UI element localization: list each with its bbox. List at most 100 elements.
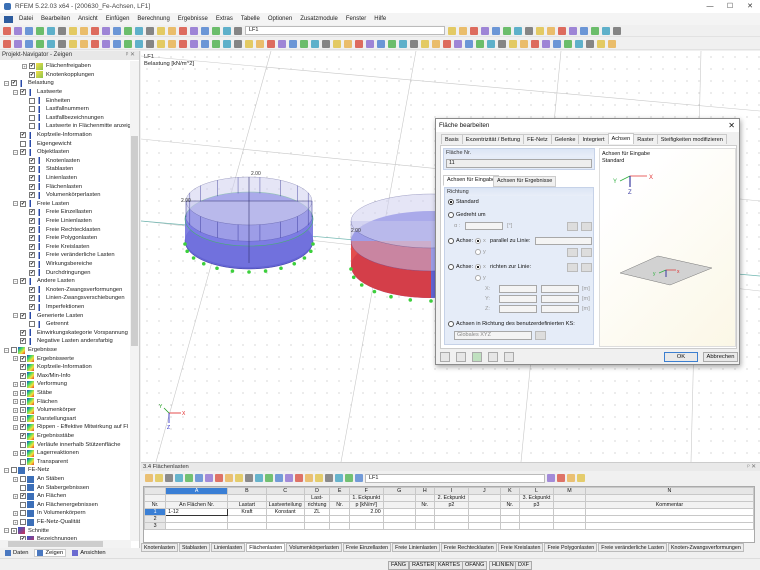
toolbar-button-icon[interactable]: [25, 39, 33, 48]
table-cell[interactable]: [433, 515, 469, 523]
table-toolbar-icon[interactable]: [325, 474, 333, 482]
table-cell[interactable]: [303, 515, 331, 523]
toolbar-button-icon[interactable]: [388, 39, 396, 48]
toolbar-button-icon[interactable]: [113, 26, 121, 35]
tree-item[interactable]: Lastfallbezeichnungen: [22, 114, 104, 123]
tree-item[interactable]: − Ergebnisse: [4, 346, 57, 355]
tree-item[interactable]: Linienlasten: [22, 174, 77, 183]
tree-item[interactable]: − Freie Lasten: [13, 200, 69, 209]
menu-item-optionen[interactable]: Optionen: [268, 16, 292, 22]
checkbox[interactable]: [29, 218, 35, 225]
tree-item[interactable]: + Stäbe: [13, 389, 52, 398]
table-toolbar-icon[interactable]: [235, 474, 243, 482]
checkbox[interactable]: [29, 192, 35, 199]
status-toggle-kartes[interactable]: KARTES: [435, 561, 463, 570]
checkbox[interactable]: [29, 166, 35, 173]
table-cell[interactable]: [467, 515, 501, 523]
checkbox[interactable]: [20, 450, 26, 457]
table-cell[interactable]: [303, 522, 331, 530]
tree-item[interactable]: + Darstellungsart: [13, 415, 76, 424]
table-tab[interactable]: Knotenlasten: [141, 543, 178, 552]
tree-item[interactable]: Freie Polygonlasten: [22, 234, 97, 243]
checkbox[interactable]: [20, 278, 26, 285]
toolbar-button-icon[interactable]: [135, 39, 143, 48]
table-tab[interactable]: Freie Kreislasten: [497, 543, 544, 552]
tree-item[interactable]: − Schnitte: [4, 526, 49, 535]
table-cell[interactable]: [519, 508, 554, 516]
table-cell[interactable]: [499, 515, 521, 523]
checkbox[interactable]: [20, 476, 26, 483]
user-cs-select[interactable]: Globales XYZ: [454, 331, 532, 340]
toolbar-button-icon[interactable]: [47, 26, 55, 35]
table-tab[interactable]: Freie Linienlasten: [392, 543, 440, 552]
toolbar-button-icon[interactable]: [36, 39, 44, 48]
column-letter[interactable]: D: [303, 487, 331, 495]
checkbox[interactable]: [20, 338, 26, 345]
tree-item[interactable]: + An Stäben: [13, 475, 64, 484]
checkbox[interactable]: [20, 355, 26, 362]
checkbox[interactable]: [20, 407, 26, 414]
subtab-result-axes[interactable]: Achsen für Ergebnisse: [493, 176, 557, 187]
dialog-tab-7[interactable]: Steifigkeiten modifizieren: [656, 134, 727, 144]
checkbox[interactable]: [20, 519, 26, 526]
expand-toggle-icon[interactable]: +: [13, 424, 18, 430]
toolbar-button-icon[interactable]: [102, 39, 110, 48]
toolbar-button-icon[interactable]: [454, 39, 462, 48]
toolbar-button-icon[interactable]: [421, 39, 429, 48]
table-cell[interactable]: 2: [144, 515, 167, 523]
table-cell[interactable]: 3: [144, 522, 167, 530]
toolbar-button-icon[interactable]: [36, 26, 44, 35]
toolbar-button-icon[interactable]: [558, 26, 566, 35]
tree-item[interactable]: Freie Rechtecklasten: [22, 225, 100, 234]
toolbar-button-icon[interactable]: [602, 26, 610, 35]
table-cell[interactable]: [467, 522, 501, 530]
status-toggle-raster[interactable]: RASTER: [409, 561, 438, 570]
loadcase-select[interactable]: LF1: [245, 26, 445, 35]
toolbar-button-icon[interactable]: [157, 39, 165, 48]
tree-item[interactable]: Wirkungsbereiche: [22, 260, 92, 269]
toolbar-button-icon[interactable]: [179, 39, 187, 48]
toolbar-button-icon[interactable]: [525, 26, 533, 35]
menu-item-extras[interactable]: Extras: [216, 16, 233, 22]
table-tab[interactable]: Knoten-Zwangsverformungen: [667, 543, 744, 552]
toolbar-button-icon[interactable]: [465, 39, 473, 48]
info-button[interactable]: [504, 352, 514, 362]
edit-button[interactable]: [456, 352, 466, 362]
table-toolbar-icon[interactable]: [305, 474, 313, 482]
tree-item[interactable]: + Volumenkörper: [13, 406, 76, 415]
checkbox[interactable]: [20, 501, 26, 508]
table-cell[interactable]: [499, 508, 521, 516]
table-cell[interactable]: [433, 522, 469, 530]
toolbar-button-icon[interactable]: [190, 26, 198, 35]
checkbox[interactable]: [20, 458, 26, 465]
dialog-tab-2[interactable]: FE-Netz: [523, 134, 552, 144]
checkbox[interactable]: [29, 97, 35, 104]
table-cell[interactable]: [584, 522, 754, 530]
checkbox[interactable]: [29, 269, 35, 276]
checkbox[interactable]: [29, 243, 35, 250]
toolbar-button-icon[interactable]: [575, 39, 583, 48]
table-toolbar-icon[interactable]: [557, 474, 565, 482]
dialog-tab-3[interactable]: Gelenke: [550, 134, 580, 144]
table-cell[interactable]: ZL: [303, 508, 331, 516]
checkbox[interactable]: [29, 304, 35, 311]
table-cell[interactable]: 1-12: [165, 508, 229, 516]
table-tab[interactable]: Flächenlasten: [246, 543, 286, 552]
table-toolbar-icon[interactable]: [315, 474, 323, 482]
table-cell[interactable]: [552, 515, 586, 523]
tree-item[interactable]: − Belastung: [4, 79, 54, 88]
menu-item-tabelle[interactable]: Tabelle: [241, 16, 260, 22]
tree-item[interactable]: Einwirkungskategorie Vorspannung: [13, 329, 128, 338]
toolbar-button-icon[interactable]: [278, 39, 286, 48]
navigator-hscrollbar[interactable]: [0, 540, 131, 548]
toolbar-button-icon[interactable]: [608, 39, 616, 48]
checkbox[interactable]: [20, 484, 26, 491]
toolbar-button-icon[interactable]: [212, 39, 220, 48]
axis2-y-option[interactable]: y: [475, 275, 486, 281]
toolbar-button-icon[interactable]: [344, 39, 352, 48]
view-button[interactable]: [488, 352, 498, 362]
table-toolbar-icon[interactable]: [577, 474, 585, 482]
table-toolbar-icon[interactable]: [195, 474, 203, 482]
toolbar-button-icon[interactable]: [377, 39, 385, 48]
toolbar-button-icon[interactable]: [168, 26, 176, 35]
